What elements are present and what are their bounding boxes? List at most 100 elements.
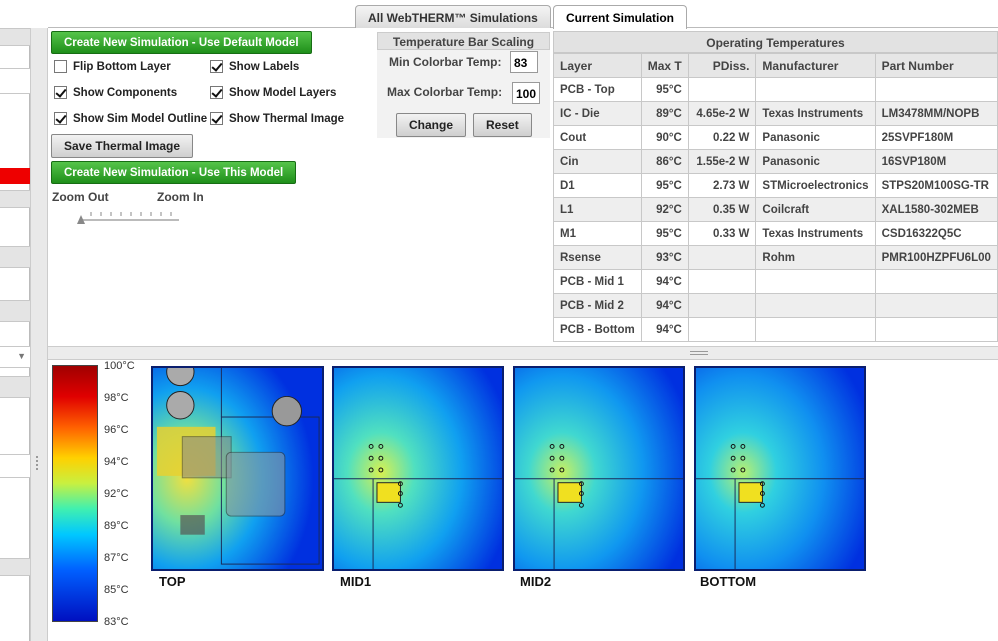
column-header-layer[interactable]: Layer (553, 53, 642, 78)
splitter-grip-icon[interactable] (690, 351, 708, 355)
colorbar-label: 83°C (104, 616, 129, 628)
checkbox-box[interactable] (210, 86, 223, 99)
cell-part-number: 16SVP180M (874, 149, 998, 174)
cell-manufacturer (755, 317, 876, 342)
checkbox-label: Flip Bottom Layer (73, 60, 171, 73)
cell-part-number (874, 317, 998, 342)
cell-max-t: 93°C (640, 245, 689, 270)
cell-manufacturer (755, 269, 876, 294)
min-colorbar-label: Min Colorbar Temp: (389, 55, 502, 69)
left-panel-selected-row[interactable] (0, 168, 30, 184)
cell-layer: PCB - Mid 2 (553, 293, 642, 318)
table-row[interactable]: M1 95°C 0.33 W Texas Instruments CSD16322Q5C (553, 221, 998, 246)
checkbox-box[interactable] (54, 60, 67, 73)
cell-manufacturer: Rohm (755, 245, 876, 270)
cell-part-number: 25SVPF180M (874, 125, 998, 150)
cell-pdiss: 0.33 W (687, 221, 757, 246)
checkbox-label: Show Labels (229, 60, 300, 73)
change-button[interactable]: Change (396, 113, 467, 137)
cell-part-number: LM3478MM/NOPB (874, 101, 998, 126)
tab-all-simulations[interactable]: All WebTHERM™ Simulations (355, 5, 551, 28)
table-row[interactable]: Cin 86°C 1.55e-2 W Panasonic 16SVP180M (553, 149, 998, 174)
board-label-top: TOP (159, 574, 186, 589)
colorbar-label: 92°C (104, 488, 129, 500)
checkbox-label: Show Components (73, 86, 178, 99)
board-label-mid1: MID1 (340, 574, 372, 589)
horizontal-splitter[interactable] (48, 346, 998, 360)
operating-temperatures-table: Layer Max T PDiss. Manufacturer Part Num… (553, 53, 998, 342)
column-header-max-t[interactable]: Max T (640, 53, 689, 78)
colorbar-label: 89°C (104, 520, 129, 532)
cell-max-t: 90°C (640, 125, 689, 150)
cell-part-number (874, 269, 998, 294)
cell-max-t: 94°C (640, 293, 689, 318)
create-default-model-button[interactable]: Create New Simulation - Use Default Mode… (51, 31, 312, 54)
cell-max-t: 86°C (640, 149, 689, 174)
colorbar-label: 94°C (104, 456, 129, 468)
temperature-bar-scaling-panel: Temperature Bar Scaling Min Colorbar Tem… (377, 32, 550, 138)
left-panel-section (0, 246, 30, 268)
max-colorbar-input[interactable]: 100 (512, 82, 540, 104)
cell-layer: PCB - Top (553, 77, 642, 102)
show-labels-checkbox[interactable]: Show Labels (210, 60, 299, 73)
table-row[interactable]: PCB - Top 95°C (553, 77, 998, 102)
tab-current-simulation[interactable]: Current Simulation (553, 5, 688, 29)
show-thermal-image-checkbox[interactable]: Show Thermal Image (210, 112, 344, 125)
cell-pdiss (687, 317, 757, 342)
checkbox-box[interactable] (210, 112, 223, 125)
cell-manufacturer: Panasonic (755, 149, 876, 174)
thermal-board-bottom[interactable] (694, 366, 866, 571)
cell-pdiss (687, 293, 757, 318)
cell-part-number (874, 77, 998, 102)
checkbox-box[interactable] (210, 60, 223, 73)
colorbar-label: 87°C (104, 552, 129, 564)
table-row[interactable]: IC - Die 89°C 4.65e-2 W Texas Instruments LM… (553, 101, 998, 126)
checkbox-box[interactable] (54, 86, 67, 99)
column-header-manufacturer[interactable]: Manufacturer (755, 53, 876, 78)
cell-part-number (874, 293, 998, 318)
checkbox-box[interactable] (54, 112, 67, 125)
zoom-slider[interactable] (77, 212, 181, 224)
column-header-part-number[interactable]: Part Number (874, 53, 998, 78)
save-thermal-image-button[interactable]: Save Thermal Image (51, 134, 194, 158)
table-row[interactable]: D1 95°C 2.73 W STMicroelectronics STPS20M100… (553, 173, 998, 198)
cell-max-t: 95°C (640, 173, 689, 198)
reset-button[interactable]: Reset (473, 113, 532, 137)
min-colorbar-input[interactable]: 83 (510, 51, 538, 73)
temperature-colorbar (52, 365, 98, 622)
operating-temperatures-title: Operating Temperatures (553, 31, 998, 53)
left-panel-section (0, 558, 30, 576)
checkbox-label: Show Model Layers (229, 86, 337, 99)
show-model-layers-checkbox[interactable]: Show Model Layers (210, 86, 336, 99)
flip-bottom-layer-checkbox[interactable]: Flip Bottom Layer (54, 60, 171, 73)
splitter-grip-icon[interactable] (36, 456, 42, 470)
cell-max-t: 94°C (640, 317, 689, 342)
max-colorbar-label: Max Colorbar Temp: (387, 85, 503, 99)
table-row[interactable]: Rsense 93°C Rohm PMR100HZPFU6L00 (553, 245, 998, 270)
thermal-board-mid1[interactable] (332, 366, 504, 571)
thermal-board-top[interactable] (151, 366, 324, 571)
thermal-board-mid2[interactable] (513, 366, 685, 571)
colorbar-label: 85°C (104, 584, 129, 596)
vertical-splitter[interactable] (30, 28, 48, 641)
zoom-in-label: Zoom In (157, 190, 204, 204)
cell-part-number: PMR100HZPFU6L00 (874, 245, 998, 270)
operating-temperatures-panel: Operating Temperatures Layer Max T PDiss… (553, 31, 998, 346)
create-this-model-button[interactable]: Create New Simulation - Use This Model (51, 161, 297, 184)
colorbar-label: 96°C (104, 424, 129, 436)
left-panel-input[interactable] (0, 454, 30, 478)
table-row[interactable]: L1 92°C 0.35 W Coilcraft XAL1580-302MEB (553, 197, 998, 222)
table-row[interactable]: PCB - Bottom 94°C (553, 317, 998, 342)
table-row[interactable]: PCB - Mid 2 94°C (553, 293, 998, 318)
show-components-checkbox[interactable]: Show Components (54, 86, 177, 99)
left-panel-field[interactable] (0, 68, 30, 94)
table-row[interactable]: PCB - Mid 1 94°C (553, 269, 998, 294)
left-panel-section (0, 190, 30, 208)
cell-max-t: 95°C (640, 221, 689, 246)
table-row[interactable]: Cout 90°C 0.22 W Panasonic 25SVPF180M (553, 125, 998, 150)
left-panel-section (0, 376, 30, 398)
column-header-pdiss[interactable]: PDiss. (687, 53, 757, 78)
cell-layer: IC - Die (553, 101, 642, 126)
left-panel-dropdown[interactable]: ▼ (0, 346, 30, 368)
show-sim-model-outline-checkbox[interactable]: Show Sim Model Outline (54, 112, 207, 125)
